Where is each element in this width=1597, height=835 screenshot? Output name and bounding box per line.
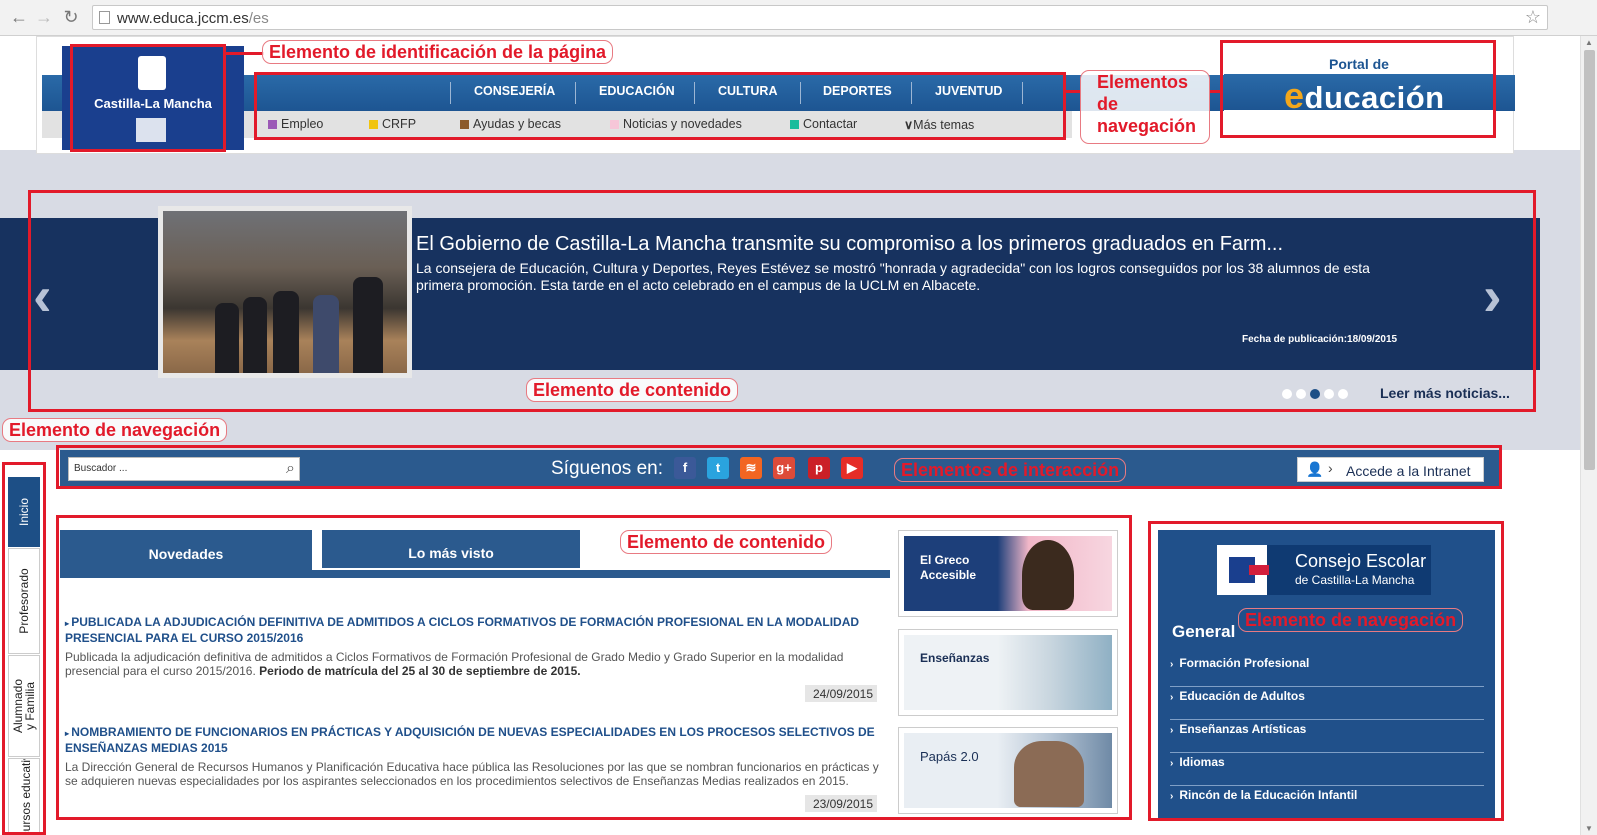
annotation-interaction: Elementos de interacción: [894, 458, 1127, 482]
annotation-connector: [1066, 90, 1080, 93]
forward-icon[interactable]: →: [33, 6, 55, 28]
address-bar[interactable]: www.educa.jccm.es/es ☆: [92, 5, 1548, 30]
reload-icon[interactable]: ↻: [60, 6, 82, 28]
annotation-navigation-left: Elemento de navegación: [2, 418, 228, 442]
annotation-box-identification: [70, 44, 226, 152]
browser-toolbar: ← → ↻ www.educa.jccm.es/es ☆: [0, 0, 1597, 36]
annotation-box-toolbar: [56, 445, 1502, 489]
annotation-box-navigation: [254, 72, 1066, 140]
annotation-box-portal: [1220, 40, 1496, 138]
annotation-box-left-tabs: [2, 462, 46, 835]
page-icon: [99, 11, 110, 24]
annotation-content-slider: Elemento de contenido: [526, 378, 739, 402]
scroll-down-icon[interactable]: ▼: [1585, 824, 1593, 833]
annotation-navigation-top: Elementos de navegación: [1080, 70, 1210, 144]
annotation-box-right-nav: [1148, 521, 1504, 821]
annotation-content-news: Elemento de contenido: [620, 530, 833, 554]
annotation-box-slider: [28, 190, 1536, 412]
annotation-navigation-right: Elemento de navegación: [1238, 608, 1464, 632]
bookmark-star-icon[interactable]: ☆: [1525, 7, 1541, 28]
annotation-connector: [226, 52, 264, 55]
scroll-up-icon[interactable]: ▲: [1585, 38, 1593, 47]
annotation-identification: Elemento de identificación de la página: [262, 40, 614, 64]
url-text: www.educa.jccm.es/es: [117, 10, 269, 27]
annotation-box-news: [56, 515, 1132, 820]
back-icon[interactable]: ←: [8, 6, 30, 28]
scroll-thumb[interactable]: [1584, 50, 1595, 470]
vertical-scrollbar[interactable]: ▲ ▼: [1580, 36, 1597, 835]
